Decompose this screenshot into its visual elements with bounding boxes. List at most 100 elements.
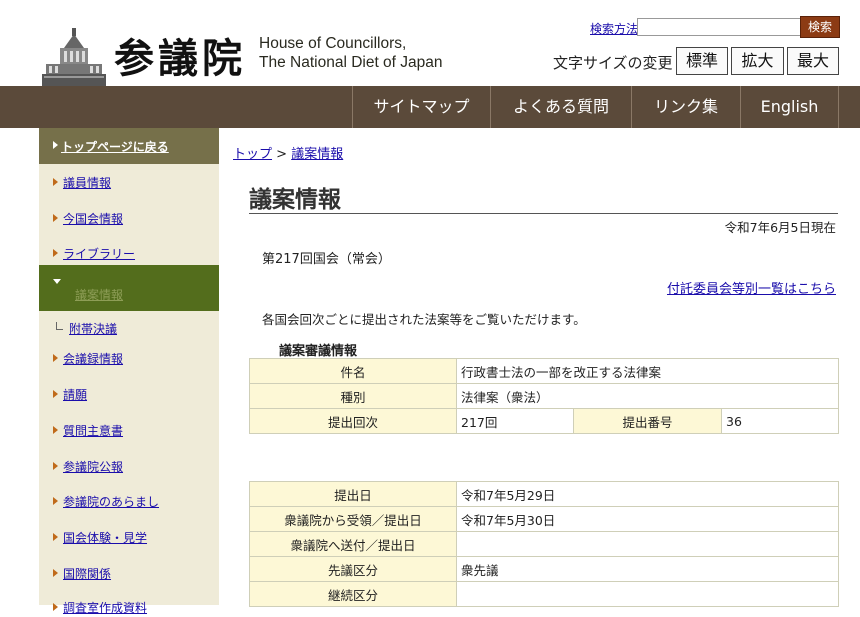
triangle-right-icon: [53, 354, 58, 362]
sidebar-item-label: ライブラリー: [63, 247, 136, 261]
sidebar-item-research[interactable]: 調査室作成資料: [39, 597, 219, 617]
breadcrumb-home-link[interactable]: トップ: [233, 147, 272, 162]
fontsize-large-button[interactable]: 拡大: [731, 47, 784, 75]
triangle-right-icon: [53, 214, 58, 222]
triangle-right-icon: [53, 390, 58, 398]
sidebar-item-members[interactable]: 議員情報: [39, 172, 219, 192]
fontsize-max-button[interactable]: 最大: [787, 47, 839, 75]
row-value: [456, 581, 839, 607]
sidebar-item-label: 議員情報: [63, 176, 112, 190]
table-row: 衆議院から受領／提出日 令和7年5月30日: [249, 506, 839, 532]
sidebar-item-library[interactable]: ライブラリー: [39, 243, 219, 263]
diet-building-icon: [42, 28, 106, 86]
sidebar: トップページに戻る 議員情報 今国会情報 ライブラリー 議案情報 附帯決議 会議…: [39, 128, 219, 615]
row-label: 提出番号: [573, 408, 722, 434]
triangle-right-icon: [53, 426, 58, 434]
nav-sitemap[interactable]: サイトマップ: [352, 86, 490, 128]
row-value: 法律案（衆法）: [456, 383, 839, 409]
search-button[interactable]: 検索: [800, 16, 840, 38]
logo-en-line2: The National Diet of Japan: [259, 54, 443, 71]
sidebar-item-label: 参議院公報: [63, 460, 124, 474]
sidebar-item-home[interactable]: トップページに戻る: [39, 128, 219, 164]
sidebar-item-label: 調査室作成資料: [63, 601, 148, 615]
table-row: 件名 行政書士法の一部を改正する法律案: [249, 358, 839, 384]
intro-text: 各国会回次ごとに提出された法案等をご覧いただけます。: [262, 312, 586, 327]
triangle-down-icon: [53, 279, 61, 284]
row-label: 種別: [249, 383, 457, 409]
triangle-right-icon: [53, 178, 58, 186]
sidebar-item-label: トップページに戻る: [61, 140, 169, 154]
sidebar-item-label: 質問主意書: [63, 424, 124, 438]
sidebar-item-questions[interactable]: 質問主意書: [39, 420, 219, 440]
row-label: 件名: [249, 358, 457, 384]
section-heading: 議案審議情報: [279, 344, 358, 359]
triangle-right-icon: [53, 462, 58, 470]
breadcrumb: トップ > 議案情報: [233, 143, 343, 162]
table-row: 種別 法律案（衆法）: [249, 383, 839, 409]
breadcrumb-separator: >: [272, 147, 292, 162]
row-label: 先議区分: [249, 556, 457, 582]
row-value: 令和7年5月29日: [456, 481, 839, 507]
nav-english[interactable]: English: [740, 86, 839, 128]
sidebar-item-bills[interactable]: 議案情報: [39, 265, 219, 311]
sidebar-item-label: 議案情報: [75, 288, 124, 302]
sidebar-subitem-resolutions[interactable]: 附帯決議: [39, 318, 219, 338]
triangle-right-icon: [53, 141, 58, 149]
tree-corner-icon: [56, 322, 63, 330]
sidebar-item-label: 国際関係: [63, 567, 112, 581]
search-help-link[interactable]: 検索方法: [590, 20, 638, 37]
committee-list-link[interactable]: 付託委員会等別一覧はこちら: [667, 278, 836, 297]
table-row: 継続区分: [249, 581, 839, 607]
breadcrumb-current-link[interactable]: 議案情報: [291, 147, 343, 162]
logo-en-line1: House of Councillors,: [259, 35, 407, 52]
sidebar-item-label: 参議院のあらまし: [63, 495, 160, 509]
row-value: 36: [721, 408, 839, 434]
bill-info-table: 件名 行政書士法の一部を改正する法律案 種別 法律案（衆法） 提出回次 217回…: [249, 358, 839, 434]
logo-english: House of Councillors, The National Diet …: [259, 34, 443, 72]
sidebar-item-bulletin[interactable]: 参議院公報: [39, 456, 219, 476]
triangle-right-icon: [53, 249, 58, 257]
page-title: 議案情報: [249, 186, 341, 213]
sidebar-item-minutes[interactable]: 会議録情報: [39, 348, 219, 368]
nav-faq[interactable]: よくある質問: [490, 86, 631, 128]
row-label: 衆議院へ送付／提出日: [249, 531, 457, 557]
row-label: 継続区分: [249, 581, 457, 607]
title-divider: [249, 213, 838, 214]
triangle-right-icon: [53, 497, 58, 505]
row-value: 217回: [456, 408, 574, 434]
table-row: 提出回次 217回 提出番号 36: [249, 408, 839, 434]
triangle-right-icon: [53, 533, 58, 541]
table-row: 先議区分 衆先議: [249, 556, 839, 582]
fontsize-label: 文字サイズの変更: [553, 54, 673, 72]
global-nav: サイトマップ よくある質問 リンク集 English: [0, 86, 860, 128]
triangle-right-icon: [53, 569, 58, 577]
sidebar-item-international[interactable]: 国際関係: [39, 563, 219, 583]
sidebar-item-overview[interactable]: 参議院のあらまし: [39, 491, 219, 511]
session-label: 第217回国会（常会）: [262, 252, 391, 267]
sidebar-item-label: 請願: [63, 388, 88, 402]
sidebar-item-visit[interactable]: 国会体験・見学: [39, 527, 219, 547]
row-value: [456, 531, 839, 557]
site-header: 参議院 House of Councillors, The National D…: [0, 0, 860, 86]
sidebar-item-label: 今国会情報: [63, 212, 124, 226]
sidebar-item-petitions[interactable]: 請願: [39, 384, 219, 404]
table-row: 衆議院へ送付／提出日: [249, 531, 839, 557]
sidebar-item-label: 附帯決議: [69, 322, 118, 336]
fontsize-standard-button[interactable]: 標準: [676, 47, 728, 75]
search-input[interactable]: [637, 18, 801, 36]
triangle-right-icon: [53, 603, 58, 611]
row-value: 衆先議: [456, 556, 839, 582]
nav-links[interactable]: リンク集: [631, 86, 740, 128]
row-label: 衆議院から受領／提出日: [249, 506, 457, 532]
as-of-date: 令和7年6月5日現在: [724, 220, 836, 235]
bill-dates-table: 提出日 令和7年5月29日 衆議院から受領／提出日 令和7年5月30日 衆議院へ…: [249, 481, 839, 607]
logo-kanji: 参議院: [114, 35, 246, 82]
row-label: 提出日: [249, 481, 457, 507]
row-value: 令和7年5月30日: [456, 506, 839, 532]
sidebar-item-current-session[interactable]: 今国会情報: [39, 208, 219, 228]
table-row: 提出日 令和7年5月29日: [249, 481, 839, 507]
sidebar-item-label: 国会体験・見学: [63, 531, 148, 545]
row-label: 提出回次: [249, 408, 457, 434]
sidebar-item-label: 会議録情報: [63, 352, 124, 366]
row-value: 行政書士法の一部を改正する法律案: [456, 358, 839, 384]
